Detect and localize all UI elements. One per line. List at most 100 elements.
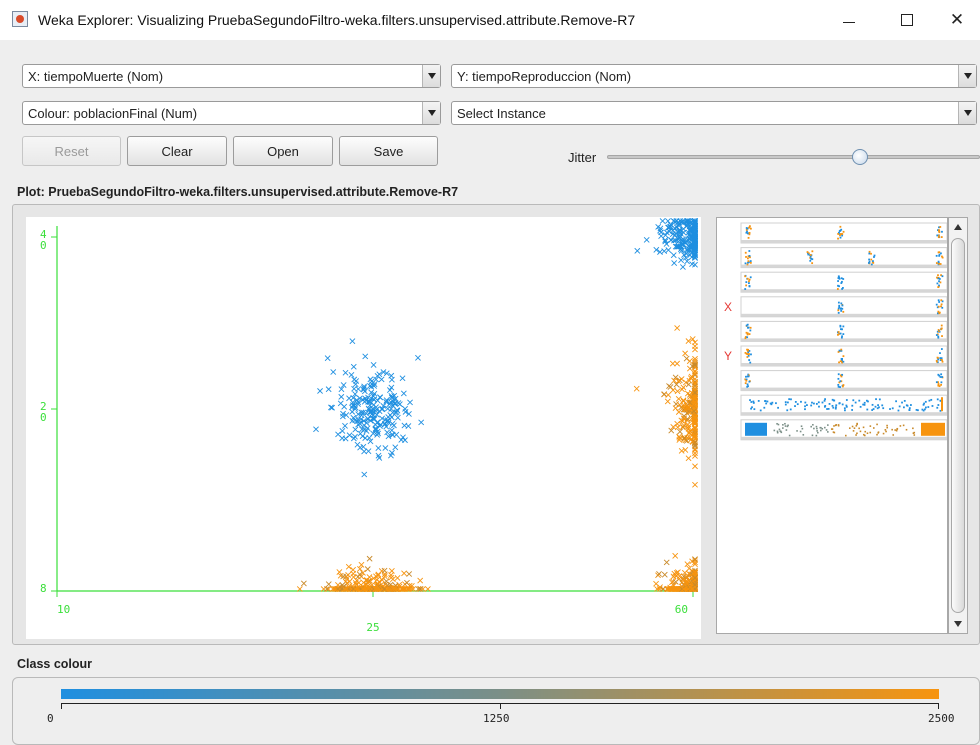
x-tick-label: 25 (366, 621, 379, 634)
data-point (348, 371, 355, 378)
data-point (335, 431, 341, 438)
scatter-plot-canvas[interactable]: 4 0 2 0 8 10 25 60 (26, 217, 701, 639)
data-point (634, 247, 641, 254)
clear-button[interactable]: Clear (127, 136, 227, 166)
matrix-point (938, 229, 940, 231)
matrix-point (773, 429, 776, 432)
matrix-point (939, 263, 942, 265)
matrix-point (869, 431, 872, 434)
scroll-down-icon[interactable] (949, 615, 967, 633)
matrix-point (749, 260, 752, 262)
colour-select[interactable]: Colour: poblacionFinal (Num) (22, 101, 441, 125)
chevron-down-icon[interactable] (958, 102, 976, 124)
matrix-point (871, 403, 874, 406)
matrix-point (866, 432, 869, 435)
select-instance-select[interactable]: Select Instance (451, 101, 977, 125)
matrix-point (779, 430, 782, 433)
scrollbar-thumb[interactable] (951, 238, 965, 613)
maximize-button[interactable] (884, 0, 930, 40)
matrix-point (936, 406, 939, 409)
matrix-point (886, 424, 888, 427)
data-point (370, 362, 377, 368)
data-point (674, 420, 681, 427)
matrix-point (938, 311, 941, 314)
matrix-point (784, 403, 787, 406)
plot-title: Plot: PruebaSegundoFiltro-weka.filters.u… (17, 185, 459, 199)
matrix-point (936, 356, 939, 359)
data-point (345, 571, 352, 578)
matrix-point (833, 425, 835, 427)
matrix-point (813, 402, 815, 405)
matrix-point (841, 373, 844, 376)
matrix-point (841, 403, 844, 406)
matrix-point (868, 252, 871, 255)
matrix-point (913, 434, 916, 436)
matrix-point (801, 427, 804, 430)
data-point (665, 247, 672, 253)
matrix-point (876, 423, 878, 426)
matrix-point (837, 311, 840, 314)
data-point (366, 555, 373, 562)
legend-tick-min (61, 703, 62, 709)
matrix-point (915, 408, 918, 411)
matrix-point (786, 409, 789, 412)
scatter-plot-svg[interactable]: 40208102560 (26, 217, 701, 639)
matrix-point (835, 404, 838, 407)
matrix-point (925, 406, 927, 409)
matrix-point (863, 401, 866, 404)
matrix-point (867, 400, 869, 403)
minimize-button[interactable] (826, 0, 872, 40)
scroll-up-icon[interactable] (949, 218, 967, 236)
data-point (378, 376, 385, 383)
data-point (325, 386, 332, 393)
matrix-point (804, 401, 807, 404)
close-button[interactable]: ✕ (934, 0, 980, 40)
jitter-slider-thumb[interactable] (852, 149, 868, 165)
save-button[interactable]: Save (339, 136, 438, 166)
attribute-matrix-svg[interactable]: XY (717, 218, 947, 633)
matrix-point (845, 399, 848, 401)
matrix-point (936, 360, 938, 363)
chevron-down-icon[interactable] (422, 102, 440, 124)
data-point (400, 390, 407, 397)
data-point (324, 355, 331, 362)
data-point (670, 252, 677, 259)
matrix-point (941, 359, 943, 361)
matrix-cell-shadow (741, 363, 947, 366)
data-point (399, 375, 406, 382)
matrix-point (935, 262, 938, 264)
y-axis-select[interactable]: Y: tiempoReproduccion (Nom) (451, 64, 977, 88)
matrix-point (745, 284, 748, 287)
matrix-cell (740, 320, 947, 342)
matrix-point (844, 434, 847, 437)
matrix-point (837, 309, 840, 312)
matrix-point (777, 406, 779, 409)
matrix-scrollbar[interactable] (948, 217, 968, 634)
x-axis-select[interactable]: X: tiempoMuerte (Nom) (22, 64, 441, 88)
y-tick-label: 0 (40, 239, 47, 252)
matrix-point (824, 398, 826, 401)
reset-button[interactable]: Reset (22, 136, 121, 166)
data-point (401, 570, 407, 577)
chevron-down-icon[interactable] (958, 65, 976, 87)
chevron-down-icon[interactable] (422, 65, 440, 87)
data-point (352, 426, 359, 433)
data-point (670, 387, 676, 394)
matrix-point (923, 402, 925, 405)
data-point (349, 338, 356, 345)
matrix-point (818, 405, 820, 408)
matrix-point (748, 359, 751, 361)
data-point (643, 236, 650, 243)
legend-min-value: 0 (47, 712, 54, 725)
matrix-point (902, 424, 905, 427)
matrix-point (930, 398, 933, 401)
matrix-point (889, 408, 891, 410)
open-button[interactable]: Open (233, 136, 333, 166)
matrix-point (745, 331, 748, 334)
data-point (392, 444, 399, 451)
matrix-point (924, 400, 927, 403)
matrix-point (831, 404, 834, 407)
matrix-point (830, 428, 833, 430)
attribute-matrix-panel[interactable]: XY (716, 217, 948, 634)
jitter-slider-track[interactable] (607, 155, 980, 159)
